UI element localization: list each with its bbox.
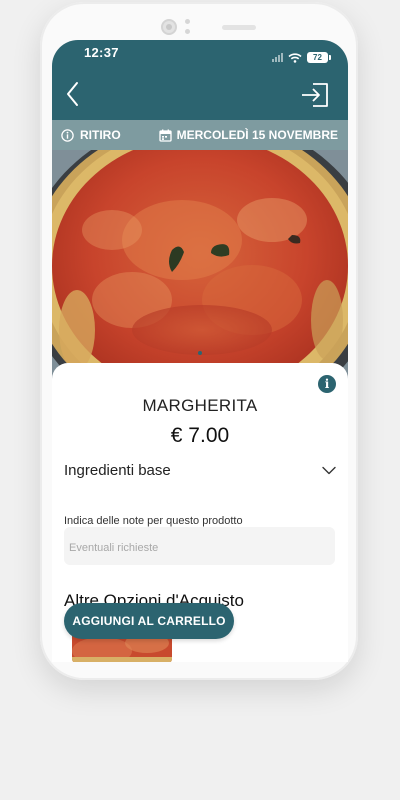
product-info-icon[interactable]: i [318,375,336,393]
login-icon [302,83,328,107]
status-indicators: 72 [272,52,331,63]
app-screen: 12:37 72 RITIRO MERCOLEDÌ 15 NOVEMBRE i … [52,40,348,662]
info-circle-icon [61,128,74,142]
wifi-icon [288,52,302,63]
ingredients-accordion[interactable]: Ingredienti base [64,458,336,482]
notes-label: Indica delle note per questo prodotto [64,515,243,527]
ingredients-label: Ingredienti base [64,461,171,479]
pickup-date-label: MERCOLEDÌ 15 NOVEMBRE [176,128,338,142]
order-info-bar: RITIRO MERCOLEDÌ 15 NOVEMBRE [52,120,348,150]
pickup-mode[interactable]: RITIRO [61,128,121,142]
front-camera [161,19,177,35]
calendar-icon [158,129,172,142]
add-to-cart-button[interactable]: AGGIUNGI AL CARRELLO [64,603,234,639]
battery-icon: 72 [307,52,331,63]
product-price: € 7.00 [170,424,230,447]
login-button[interactable] [300,82,330,108]
chevron-down-icon [322,466,336,474]
sensor-dots [185,19,190,35]
product-image [52,150,348,390]
speaker-grille [222,25,256,30]
pickup-date[interactable]: MERCOLEDÌ 15 NOVEMBRE [158,128,338,142]
chevron-left-icon [67,82,78,106]
signal-icon [272,53,283,62]
product-name: MARGHERITA [142,396,258,415]
notes-input[interactable] [64,527,335,565]
pickup-mode-label: RITIRO [80,128,121,142]
status-time: 12:37 [84,45,119,60]
back-button[interactable] [62,80,86,108]
product-card: i MARGHERITA € 7.00 Ingredienti base Ind… [52,363,348,662]
app-header: 12:37 72 [52,40,348,120]
